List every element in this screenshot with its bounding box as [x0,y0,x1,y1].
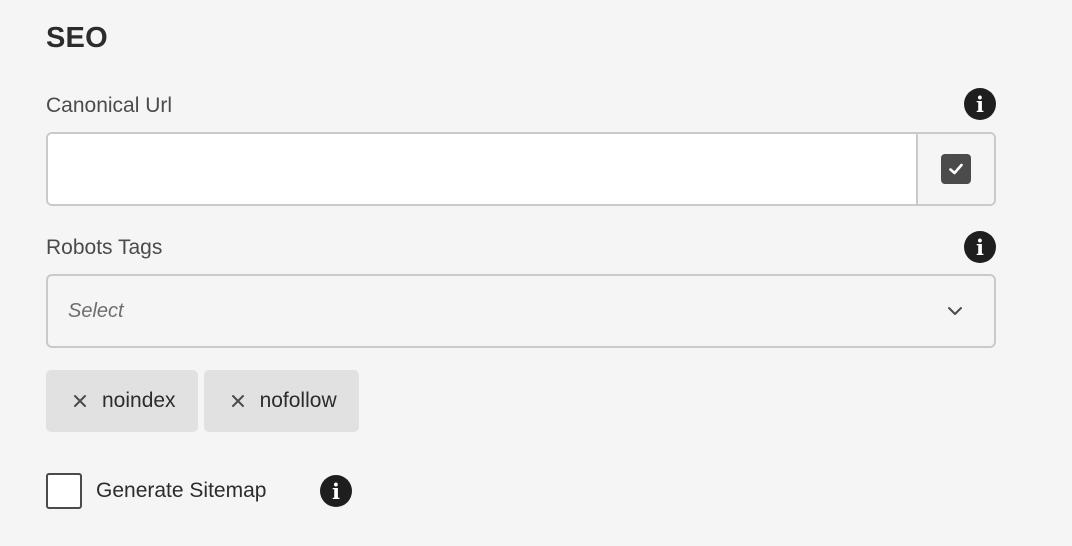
tag-label: nofollow [259,389,337,412]
close-icon[interactable] [70,391,90,411]
section-title: SEO [46,22,108,54]
canonical-url-info-icon[interactable]: i [964,88,996,120]
canonical-url-validate-button[interactable] [916,134,994,204]
robots-tags-list: noindex nofollow [46,370,359,432]
robots-tags-select[interactable]: Select [46,274,996,348]
checkbox-checked-icon [941,154,971,184]
chevron-down-icon [944,300,966,322]
generate-sitemap-row: Generate Sitemap [46,473,266,509]
canonical-url-label: Canonical Url [46,94,173,117]
generate-sitemap-checkbox[interactable] [46,473,82,509]
canonical-url-field-group [46,132,996,206]
close-icon[interactable] [228,391,248,411]
generate-sitemap-label[interactable]: Generate Sitemap [96,479,266,503]
tag-label: noindex [102,389,176,412]
generate-sitemap-info-icon[interactable]: i [320,475,352,507]
robots-tags-info-icon[interactable]: i [964,231,996,263]
tag-nofollow[interactable]: nofollow [203,370,359,432]
robots-tags-select-placeholder: Select [68,299,124,322]
robots-tags-label: Robots Tags [46,236,163,259]
canonical-url-input[interactable] [48,134,916,204]
tag-noindex[interactable]: noindex [46,370,198,432]
